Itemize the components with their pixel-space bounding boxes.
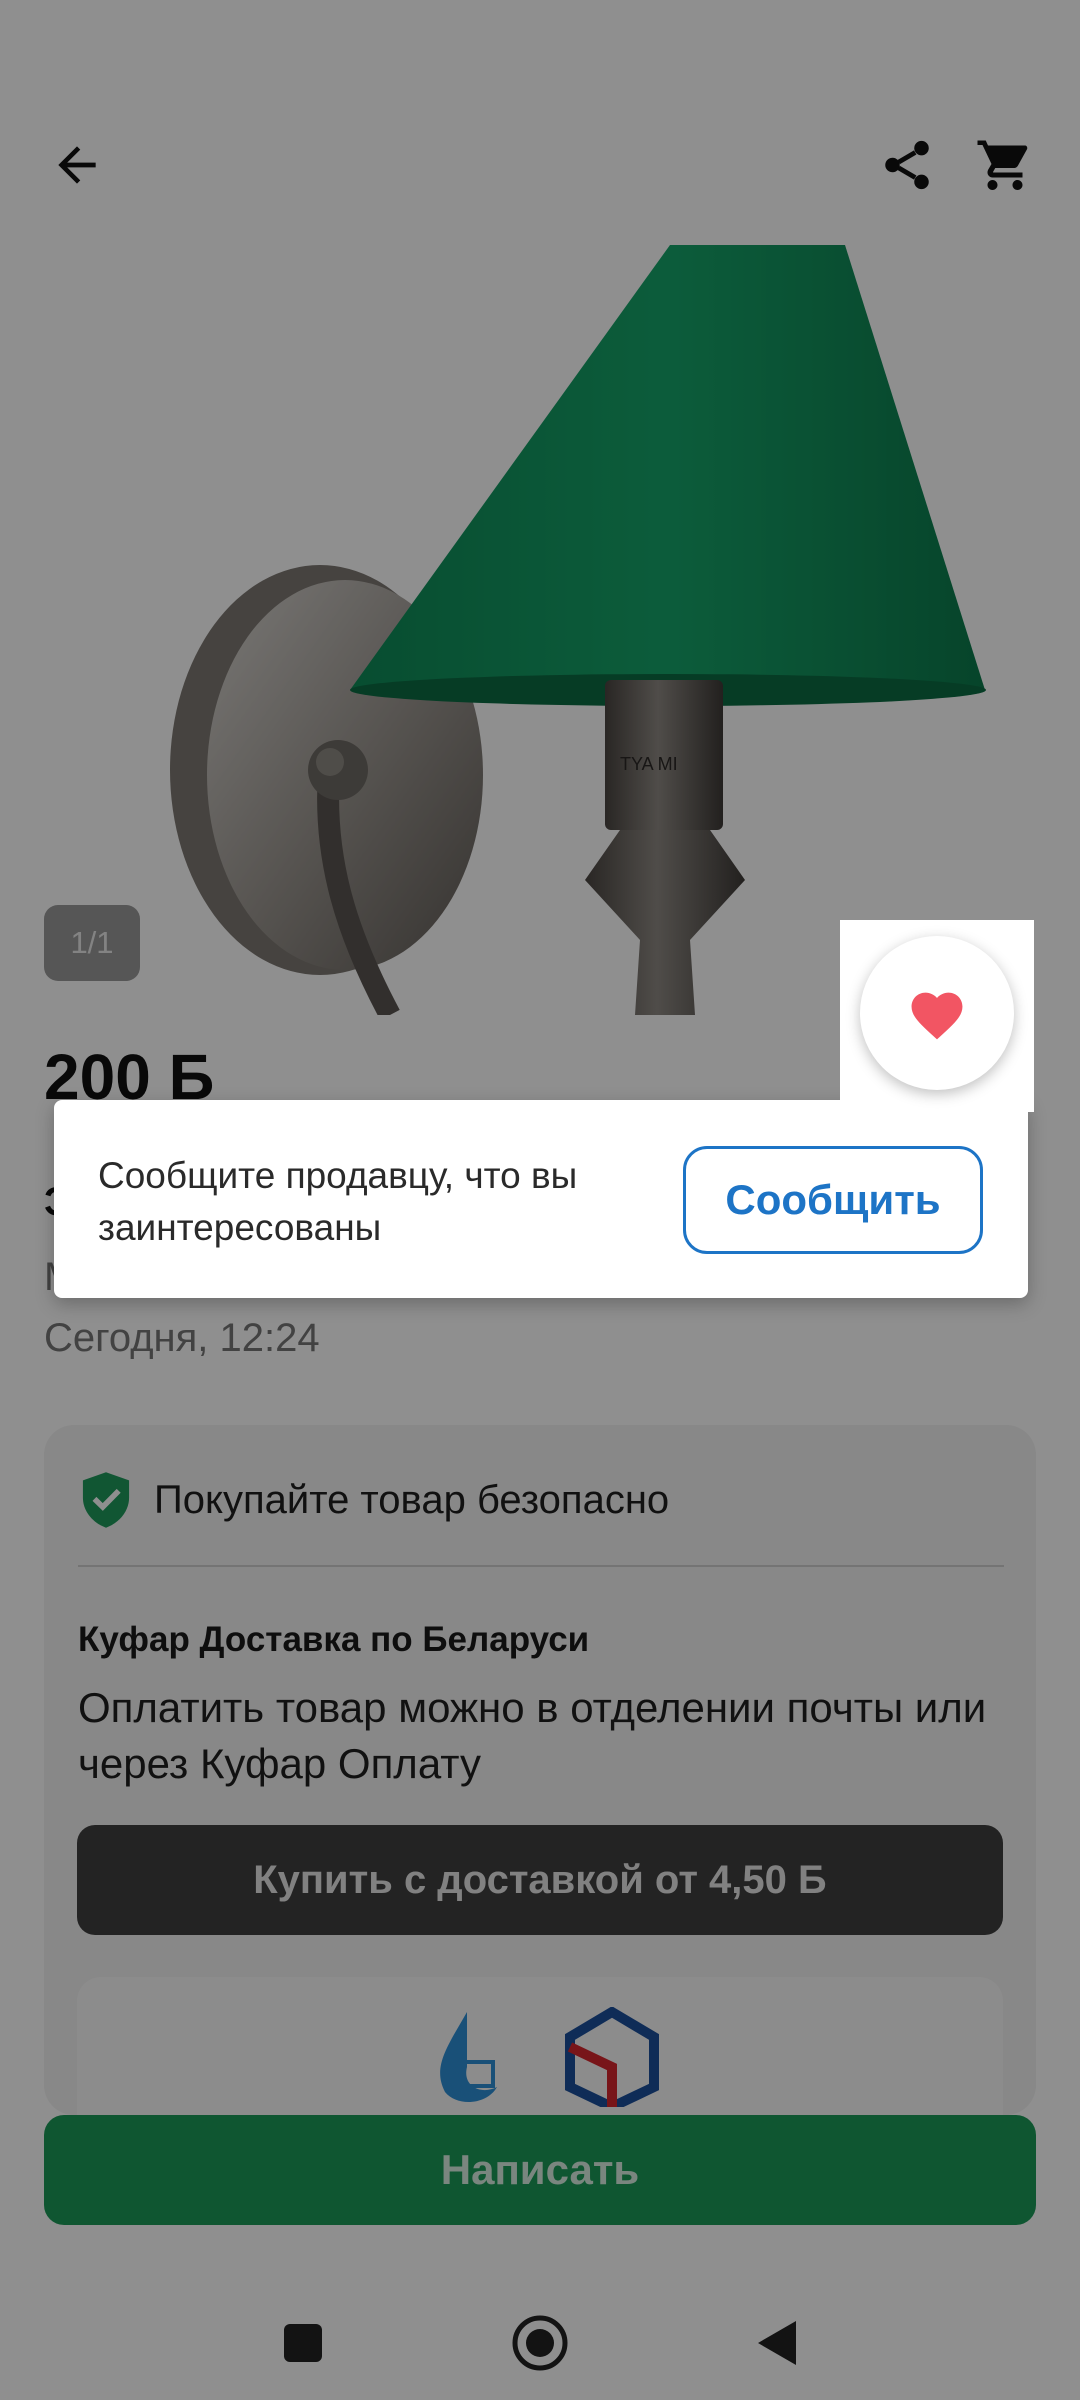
heart-icon	[911, 992, 963, 1040]
product-page: TYA MI 1/1 200 Ƃ Э М Сегодня, 12:24 Поку…	[0, 0, 1080, 2400]
notify-seller-button[interactable]: Сообщить	[683, 1146, 983, 1254]
popup-message: Сообщите продавцу, что вы заинтересованы	[98, 1155, 578, 1248]
interest-popup: Сообщите продавцу, что вы заинтересованы…	[54, 1100, 1028, 1298]
favorite-button[interactable]	[860, 936, 1014, 1090]
favorite-highlight	[840, 920, 1034, 1112]
